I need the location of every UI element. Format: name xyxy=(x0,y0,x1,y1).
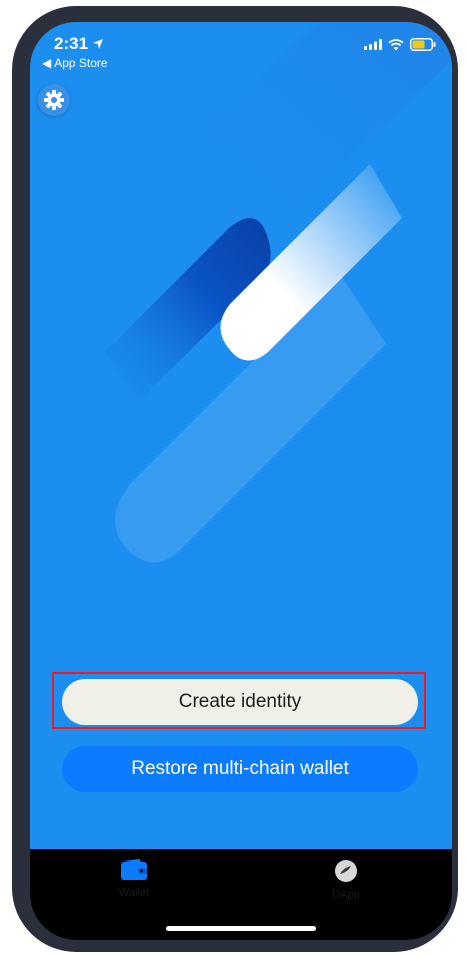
status-time-text: 2:31 xyxy=(54,34,89,53)
wallet-icon xyxy=(121,859,147,880)
home-indicator xyxy=(166,926,316,931)
back-label: App Store xyxy=(54,56,108,70)
tab-dapp-label: DApp xyxy=(332,889,360,901)
create-identity-label: Create identity xyxy=(178,691,302,712)
create-identity-button[interactable]: Create identity xyxy=(62,679,418,725)
restore-wallet-button[interactable]: Restore multi-chain wallet xyxy=(62,746,418,792)
status-indicators xyxy=(364,38,436,51)
signal-icon xyxy=(364,39,382,50)
tab-wallet-label: Wallet xyxy=(118,887,150,899)
tab-dapp[interactable]: DApp xyxy=(306,859,386,901)
app-screen: 2:31 ◀ App Store Create identity Restore… xyxy=(30,22,452,940)
battery-icon xyxy=(410,38,436,51)
back-to-app-store[interactable]: ◀ App Store xyxy=(42,56,108,70)
settings-button[interactable] xyxy=(38,84,70,116)
volume-down-button xyxy=(16,260,28,338)
dapp-icon xyxy=(335,860,357,882)
gear-icon xyxy=(44,90,64,110)
status-time: 2:31 xyxy=(54,34,104,54)
hero-illustration xyxy=(105,22,450,563)
back-triangle-icon: ◀ xyxy=(42,56,52,70)
volume-up-button xyxy=(16,164,28,242)
location-arrow-icon xyxy=(93,39,104,49)
wifi-icon xyxy=(388,38,404,50)
tab-bar: Wallet DApp xyxy=(30,849,452,940)
restore-wallet-label: Restore multi-chain wallet xyxy=(131,758,349,779)
tab-wallet[interactable]: Wallet xyxy=(94,859,174,899)
